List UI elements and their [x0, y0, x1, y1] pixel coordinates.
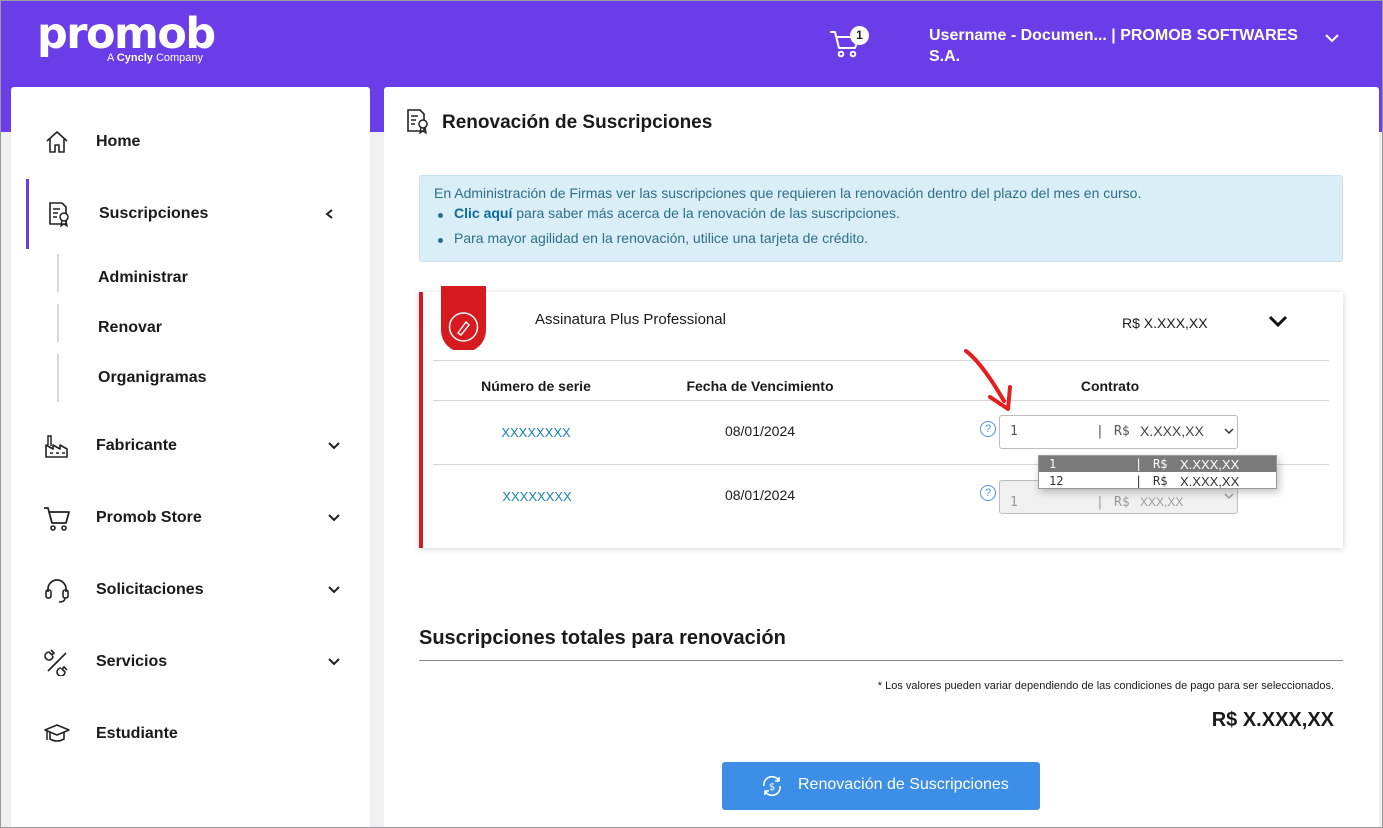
divider — [433, 400, 1329, 401]
bullet — [438, 213, 443, 218]
submenu-line — [57, 354, 59, 402]
column-header-date: Fecha de Vencimiento — [686, 378, 834, 394]
divider — [433, 360, 1329, 361]
sidebar: Home Suscripciones Administrar Renovar O… — [11, 87, 370, 828]
sidebar-item-label: Suscripciones — [99, 205, 209, 222]
promob-logo[interactable]: promob A Cyncly Company — [37, 9, 216, 64]
cart-count-badge: 1 — [850, 26, 869, 45]
info-bullet-1: Clic aquí para saber más acerca de la re… — [454, 205, 900, 221]
click-here-link[interactable]: Clic aquí — [454, 205, 512, 221]
info-bullet-2: Para mayor agilidad en la renovación, ut… — [454, 230, 869, 246]
user-menu[interactable]: Username - Documen... | PROMOB SOFTWARES… — [929, 25, 1309, 67]
cart-icon — [44, 507, 70, 531]
submenu-line — [57, 304, 59, 342]
renew-money-icon: $ — [763, 775, 781, 797]
sidebar-item-solicitaciones[interactable]: Solicitaciones — [11, 566, 370, 614]
factory-icon — [45, 435, 68, 458]
sidebar-item-fabricante[interactable]: Fabricante — [11, 422, 370, 470]
sidebar-item-estudiante[interactable]: Estudiante — [11, 710, 370, 758]
info-text: En Administración de Firmas ver las susc… — [434, 185, 1142, 201]
column-header-serial: Número de serie — [481, 378, 591, 394]
chevron-down-icon — [1224, 493, 1234, 500]
renew-subscriptions-button[interactable]: $ Renovación de Suscripciones — [722, 762, 1040, 810]
tools-icon — [44, 649, 68, 676]
subscription-icon — [407, 109, 428, 135]
sidebar-item-servicios[interactable]: Servicios — [11, 638, 370, 686]
help-icon[interactable]: ? — [980, 485, 996, 501]
help-icon[interactable]: ? — [980, 421, 996, 437]
divider — [419, 660, 1343, 661]
submenu-line — [57, 254, 59, 292]
info-banner: En Administración de Firmas ver las susc… — [419, 175, 1343, 262]
chevron-down-icon[interactable] — [327, 513, 341, 523]
totals-title: Suscripciones totales para renovación — [419, 627, 786, 649]
chevron-down-icon[interactable] — [1324, 32, 1340, 44]
sidebar-item-label: Fabricante — [96, 437, 177, 454]
sidebar-item-promob-store[interactable]: Promob Store — [11, 494, 370, 542]
sidebar-item-label: Promob Store — [96, 509, 202, 526]
main-content: Renovación de Suscripciones En Administr… — [384, 87, 1379, 828]
chevron-down-icon[interactable] — [327, 657, 341, 667]
renew-button-label: Renovación de Suscripciones — [798, 776, 1009, 793]
product-name: Assinatura Plus Professional — [535, 311, 726, 328]
submenu-item-renovar[interactable]: Renovar — [98, 319, 162, 337]
sidebar-item-label: Home — [96, 133, 141, 150]
product-price: R$ X.XXX,XX — [1122, 315, 1208, 331]
sidebar-item-home[interactable]: Home — [11, 118, 370, 166]
disclaimer-text: * Los valores pueden variar dependiendo … — [877, 680, 1334, 692]
chevron-down-icon[interactable] — [1268, 314, 1288, 328]
sidebar-item-suscripciones[interactable]: Suscripciones — [11, 190, 370, 238]
chevron-down-icon — [1224, 428, 1234, 435]
dropdown-option[interactable]: 1 | R$ X.XXX,XX — [1039, 456, 1276, 472]
column-header-contract: Contrato — [1080, 378, 1140, 394]
sidebar-item-label: Estudiante — [96, 725, 178, 742]
graduation-cap-icon — [44, 724, 70, 742]
sidebar-item-label: Servicios — [96, 653, 168, 670]
svg-text:$: $ — [769, 782, 775, 793]
chevron-down-icon[interactable] — [327, 441, 341, 451]
logo-text: promob — [37, 9, 216, 59]
expiry-date: 08/01/2024 — [724, 487, 796, 503]
sidebar-item-label: Solicitaciones — [96, 581, 204, 598]
logo-tagline: A Cyncly Company — [107, 52, 204, 64]
contract-select[interactable]: 1 | R$ X.XXX,XX — [999, 415, 1238, 449]
total-amount: R$ X.XXX,XX — [1211, 709, 1334, 731]
user-name-line1: Username - Documen... | PROMOB SOFTWARES — [929, 27, 1298, 44]
subscription-icon — [49, 202, 69, 228]
chevron-down-icon[interactable] — [327, 585, 341, 595]
home-icon — [46, 131, 68, 153]
serial-number-link[interactable]: XXXXXXXX — [501, 425, 570, 440]
submenu-item-administrar[interactable]: Administrar — [98, 269, 188, 287]
red-arrow-annotation — [964, 349, 1012, 411]
page-title: Renovación de Suscripciones — [442, 112, 713, 133]
bullet — [438, 238, 443, 243]
contract-dropdown-list: 1 | R$ X.XXX,XX 12 | R$ X.XXX,XX — [1038, 455, 1277, 489]
expiry-date: 08/01/2024 — [724, 423, 796, 439]
user-name-line2: S.A. — [929, 48, 961, 65]
chevron-left-icon[interactable] — [324, 208, 336, 220]
subscription-badge-icon — [441, 286, 486, 350]
headset-icon — [45, 579, 69, 603]
dropdown-option[interactable]: 12 | R$ X.XXX,XX — [1039, 473, 1276, 489]
serial-number-link[interactable]: XXXXXXXX — [502, 489, 571, 504]
submenu-item-organigramas[interactable]: Organigramas — [98, 369, 206, 387]
subscription-card: Assinatura Plus Professional R$ X.XXX,XX… — [419, 286, 1343, 548]
